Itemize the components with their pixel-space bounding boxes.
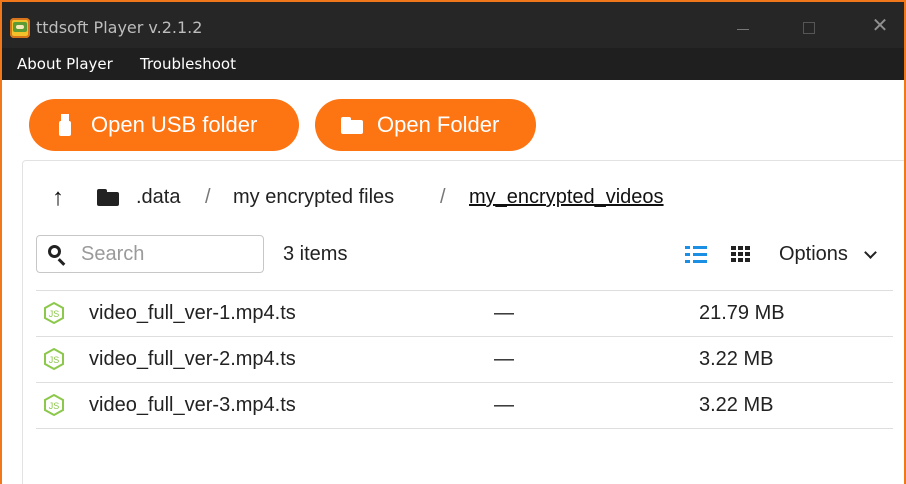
- app-window: ttdsoft Player v.2.1.2 ✕ About Player Tr…: [0, 0, 906, 484]
- list-view-icon[interactable]: [685, 246, 707, 264]
- menu-item-about-player[interactable]: About Player: [17, 55, 113, 73]
- menu-bar: About Player Troubleshoot: [2, 48, 904, 80]
- nodejs-file-icon: JS: [43, 302, 65, 324]
- breadcrumb-item-encrypted-videos[interactable]: my_encrypted_videos: [469, 186, 664, 209]
- file-modified: —: [494, 348, 514, 370]
- go-up-button[interactable]: ↑: [52, 184, 64, 212]
- file-size: 21.79 MB: [699, 302, 785, 324]
- folder-icon: [97, 189, 119, 206]
- file-modified: —: [494, 394, 514, 416]
- nodejs-file-icon: JS: [43, 348, 65, 370]
- divider: [36, 428, 893, 429]
- svg-text:JS: JS: [49, 401, 60, 411]
- grid-view-icon[interactable]: [731, 246, 751, 264]
- window-title: ttdsoft Player v.2.1.2: [36, 18, 203, 37]
- file-name[interactable]: video_full_ver-2.mp4.ts: [89, 348, 296, 371]
- minimize-button[interactable]: [722, 12, 762, 40]
- search-input[interactable]: [81, 242, 257, 266]
- file-name[interactable]: video_full_ver-1.mp4.ts: [89, 302, 296, 325]
- app-logo-icon: [10, 18, 30, 38]
- options-dropdown[interactable]: Options: [779, 243, 848, 266]
- file-name[interactable]: video_full_ver-3.mp4.ts: [89, 394, 296, 417]
- search-field[interactable]: [36, 235, 264, 273]
- divider: [36, 290, 893, 291]
- maximize-button[interactable]: [789, 12, 829, 40]
- svg-text:JS: JS: [49, 309, 60, 319]
- divider: [36, 382, 893, 383]
- svg-text:JS: JS: [49, 355, 60, 365]
- breadcrumb-separator: /: [205, 186, 211, 208]
- open-usb-folder-label: Open USB folder: [91, 112, 258, 137]
- item-count: 3 items: [283, 243, 348, 265]
- open-folder-label: Open Folder: [377, 112, 500, 137]
- breadcrumb-separator: /: [440, 186, 446, 208]
- usb-drive-icon: [59, 114, 71, 136]
- open-usb-folder-button[interactable]: Open USB folder: [29, 99, 299, 151]
- folder-icon: [341, 116, 363, 134]
- title-bar: ttdsoft Player v.2.1.2 ✕: [2, 2, 904, 48]
- breadcrumb-item-data[interactable]: .data: [136, 186, 180, 209]
- breadcrumb-item-encrypted-files[interactable]: my encrypted files: [233, 186, 394, 209]
- divider: [36, 336, 893, 337]
- search-icon: [48, 245, 61, 258]
- close-button[interactable]: ✕: [860, 12, 900, 40]
- open-folder-button[interactable]: Open Folder: [315, 99, 536, 151]
- file-size: 3.22 MB: [699, 394, 774, 416]
- file-modified: —: [494, 302, 514, 324]
- file-size: 3.22 MB: [699, 348, 774, 370]
- menu-item-troubleshoot[interactable]: Troubleshoot: [140, 55, 236, 73]
- nodejs-file-icon: JS: [43, 394, 65, 416]
